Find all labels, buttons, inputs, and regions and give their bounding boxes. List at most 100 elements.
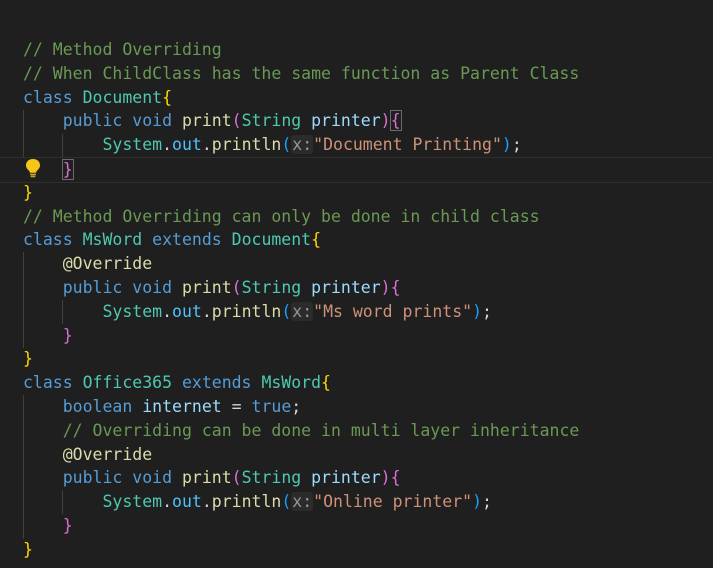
code-token: out: [172, 301, 202, 321]
code-token: println: [211, 135, 282, 155]
parameter-hint: x:: [291, 492, 314, 512]
code-line[interactable]: class MsWord extends Document{: [0, 228, 713, 252]
code-token: // Method Overriding can only be done in…: [23, 206, 540, 226]
code-token: {: [390, 468, 401, 488]
code-token: Document: [231, 230, 312, 250]
code-editor[interactable]: // Method Overriding // When ChildClass h…: [0, 0, 713, 568]
code-line[interactable]: }: [0, 538, 713, 562]
code-token: (: [231, 278, 242, 297]
code-token: println: [211, 492, 282, 512]
parameter-hint: x:: [291, 301, 314, 321]
code-token: }: [62, 325, 73, 345]
code-line[interactable]: // Method Overriding: [0, 38, 713, 62]
code-token: ): [472, 301, 483, 321]
code-line[interactable]: boolean internet = true;: [0, 395, 713, 419]
code-token: @Override: [62, 444, 153, 464]
code-token: MsWord: [82, 230, 153, 250]
code-line[interactable]: }: [0, 324, 713, 348]
code-token: {: [389, 110, 402, 132]
code-line[interactable]: // Method Overriding can only be done in…: [0, 205, 713, 229]
code-token: ): [380, 278, 391, 297]
code-token: println: [211, 301, 282, 321]
code-token: public: [62, 278, 133, 297]
code-token: extends: [152, 230, 232, 250]
code-token: class: [23, 373, 83, 393]
code-token: true: [251, 397, 292, 416]
code-token: "Document Printing": [313, 135, 502, 155]
code-line[interactable]: }: [0, 514, 713, 538]
code-line[interactable]: }: [0, 157, 713, 183]
code-token: class: [23, 87, 83, 107]
code-token: ): [501, 135, 512, 155]
code-line[interactable]: public void print(String printer){: [0, 466, 713, 490]
code-line[interactable]: public void print(String printer){: [0, 109, 713, 133]
code-token: print: [181, 278, 232, 297]
code-token: print: [181, 468, 232, 488]
code-token: internet: [142, 397, 222, 416]
code-token: System: [102, 492, 163, 512]
code-token: {: [311, 230, 322, 250]
code-token: void: [132, 278, 182, 297]
code-line[interactable]: @Override: [0, 443, 713, 467]
code-token: System: [102, 135, 163, 155]
code-line[interactable]: class Document{: [0, 86, 713, 110]
code-token: void: [132, 468, 182, 488]
code-line[interactable]: }: [0, 181, 713, 205]
code-token: {: [321, 373, 331, 393]
code-line[interactable]: @Override: [0, 252, 713, 276]
code-token: (: [281, 492, 292, 512]
code-token: printer: [311, 278, 381, 297]
code-line[interactable]: // Overriding can be done in multi layer…: [0, 419, 713, 443]
code-token: public: [62, 468, 133, 488]
code-token: extends: [181, 373, 262, 393]
code-token: }: [23, 539, 33, 559]
code-token: .: [162, 492, 173, 512]
code-token: void: [132, 111, 182, 131]
code-token: }: [23, 349, 33, 369]
code-line[interactable]: public void print(String printer){: [0, 276, 713, 300]
code-token: .: [201, 492, 212, 512]
code-token: }: [61, 159, 74, 180]
code-token: String: [241, 111, 312, 131]
code-token: String: [241, 278, 312, 297]
code-token: @Override: [62, 254, 153, 274]
code-token: ;: [482, 492, 492, 512]
code-token: Office365: [82, 373, 182, 393]
code-token: class: [23, 230, 83, 250]
code-token: {: [162, 87, 173, 107]
code-token: (: [281, 135, 292, 155]
code-line[interactable]: System.out.println(x:"Ms word prints");: [0, 300, 713, 324]
code-line[interactable]: System.out.println(x:"Online printer");: [0, 490, 713, 514]
code-token: public: [62, 111, 133, 131]
lightbulb-icon[interactable]: [24, 158, 42, 178]
code-line[interactable]: System.out.println(x:"Document Printing"…: [0, 133, 713, 157]
code-token: .: [201, 301, 212, 321]
code-line[interactable]: class Office365 extends MsWord{: [0, 371, 713, 395]
code-token: MsWord: [261, 373, 322, 393]
code-token: ;: [291, 397, 302, 416]
code-token: // When ChildClass has the same function…: [23, 63, 580, 83]
code-token: ): [380, 468, 391, 488]
code-token: (: [231, 468, 242, 488]
code-line[interactable]: // When ChildClass has the same function…: [0, 62, 713, 86]
code-token: Document: [82, 87, 163, 107]
code-token: System: [102, 301, 163, 321]
code-token: =: [221, 397, 252, 416]
code-line[interactable]: }: [0, 347, 713, 371]
code-token: ): [472, 492, 483, 512]
code-token: ;: [482, 301, 492, 321]
code-token: String: [241, 468, 312, 488]
code-token: }: [62, 516, 73, 535]
code-token: out: [172, 135, 202, 155]
